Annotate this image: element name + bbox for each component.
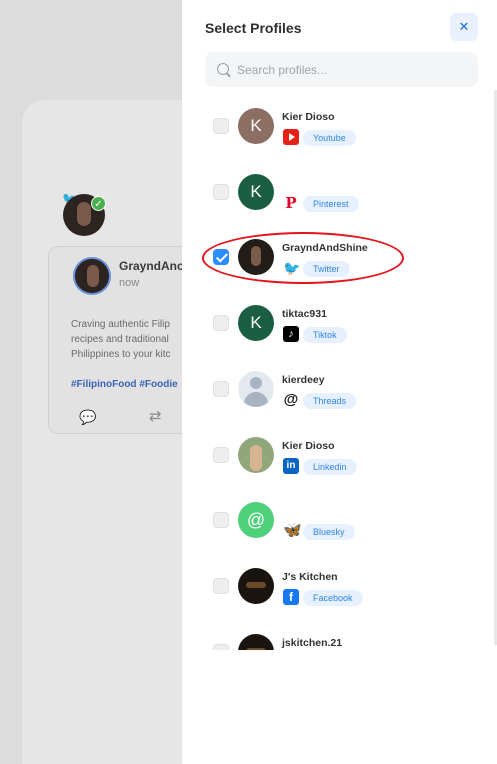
avatar [238, 568, 274, 604]
avatar [238, 437, 274, 473]
profile-checkbox[interactable] [213, 315, 229, 331]
avatar [238, 371, 274, 407]
profile-name: kierdeey [282, 374, 325, 386]
profile-checkbox[interactable] [213, 118, 229, 134]
profile-checkbox[interactable] [213, 578, 229, 594]
profile-row[interactable]: K P Pinterest [182, 163, 497, 223]
search-box [205, 52, 478, 87]
profile-checkbox[interactable] [213, 447, 229, 463]
pinterest-icon: P [285, 194, 297, 212]
profile-row[interactable]: jskitchen.21 [182, 623, 497, 650]
avatar: @ [238, 502, 274, 538]
platform-badge: Bluesky [303, 524, 355, 540]
avatar [238, 239, 274, 275]
platform-badge: Twitter [303, 261, 350, 277]
youtube-icon [283, 129, 299, 145]
profile-checkbox[interactable] [213, 184, 229, 200]
profile-list: K Kier Dioso Youtube K P Pinterest Grayn… [182, 95, 497, 650]
profile-checkbox[interactable] [213, 381, 229, 397]
close-button[interactable]: ✕ [450, 13, 478, 41]
profile-row[interactable]: K Kier Dioso Youtube [182, 97, 497, 157]
platform-badge: Facebook [303, 590, 363, 606]
profile-row[interactable]: GrayndAndShine 🐦 Twitter [182, 228, 497, 288]
profile-row[interactable]: K tiktac931 ♪ Tiktok [182, 294, 497, 354]
search-input[interactable] [237, 60, 467, 79]
profile-row[interactable]: Kier Dioso in Linkedin [182, 426, 497, 486]
select-profiles-drawer: Select Profiles ✕ K Kier Dioso Youtube K… [182, 0, 497, 764]
profile-checkbox[interactable] [213, 644, 229, 650]
profile-row[interactable]: kierdeey @ Threads [182, 360, 497, 420]
twitter-icon: 🐦 [283, 260, 301, 276]
profile-name: Kier Dioso [282, 440, 335, 452]
platform-badge: Pinterest [303, 196, 359, 212]
profile-name: J's Kitchen [282, 571, 338, 583]
avatar: K [238, 174, 274, 210]
facebook-icon: f [283, 589, 299, 605]
post-author: GrayndAnc [119, 259, 184, 273]
drawer-title: Select Profiles [205, 20, 302, 36]
platform-badge: Youtube [303, 130, 356, 146]
profile-row[interactable]: @ 🦋 Bluesky [182, 491, 497, 551]
platform-badge: Tiktok [303, 327, 347, 343]
retweet-icon: ⇄ [149, 408, 162, 425]
post-avatar [73, 257, 111, 295]
selected-profile-avatar: 🐦 ✓ [62, 192, 106, 236]
platform-badge: Linkedin [303, 459, 357, 475]
avatar: K [238, 305, 274, 341]
profile-name: jskitchen.21 [282, 637, 343, 649]
tiktok-icon: ♪ [283, 326, 299, 342]
threads-icon: @ [283, 391, 299, 408]
linkedin-icon: in [283, 458, 299, 474]
profile-checkbox[interactable] [213, 249, 229, 265]
profile-name: Kier Dioso [282, 111, 335, 123]
avatar: K [238, 108, 274, 144]
platform-badge: Threads [303, 393, 357, 409]
search-icon [217, 63, 229, 75]
post-hashtags: #FilipinoFood #Foodie [71, 379, 178, 390]
check-icon: ✓ [91, 196, 106, 211]
avatar [238, 634, 274, 650]
profile-checkbox[interactable] [213, 512, 229, 528]
profile-row[interactable]: J's Kitchen f Facebook [182, 557, 497, 617]
bluesky-icon: 🦋 [283, 522, 302, 539]
post-time: now [119, 277, 140, 289]
profile-name: GrayndAndShine [282, 242, 368, 254]
comment-icon: 💬 [79, 409, 97, 425]
profile-name: tiktac931 [282, 308, 327, 320]
